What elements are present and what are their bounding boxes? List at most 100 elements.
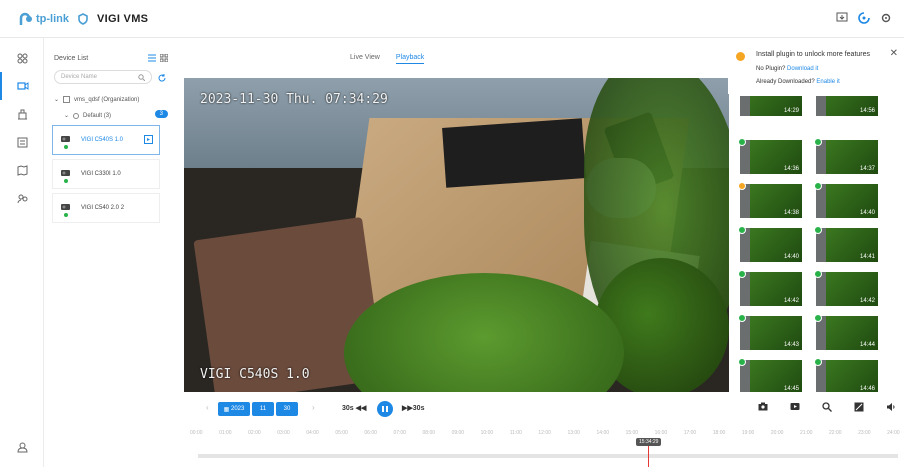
download-link[interactable]: Download it bbox=[787, 66, 818, 72]
refresh-icon[interactable] bbox=[158, 74, 166, 82]
event-thumbnail[interactable]: 14:29 bbox=[740, 96, 802, 116]
thumbnail-time: 14:40 bbox=[783, 254, 799, 260]
plugin-notice-enable-row: Already Downloaded? Enable it bbox=[756, 79, 840, 85]
event-thumbnail[interactable]: 14:40 bbox=[814, 182, 878, 218]
thumbnail-time: 14:56 bbox=[859, 108, 875, 114]
date-picker: ▦ 2023 11 30 bbox=[218, 402, 298, 416]
timeline-tick-label: 09:00 bbox=[451, 430, 465, 436]
group-count-badge: 3 bbox=[154, 110, 168, 118]
user-account-icon bbox=[16, 442, 28, 452]
thumbnail-time: 14:41 bbox=[859, 254, 875, 260]
thumbnail-time: 14:40 bbox=[859, 210, 875, 216]
checked-status-icon bbox=[738, 358, 746, 366]
previous-day-arrow-icon[interactable]: ‹ bbox=[206, 403, 209, 412]
day-button[interactable]: 30 bbox=[276, 402, 298, 416]
rewind-icon: ◀◀ bbox=[353, 405, 367, 412]
camera-item[interactable]: VIGI C540 2.0 2 bbox=[52, 193, 160, 223]
video-timestamp-overlay: 2023-11-30 Thu. 07:34:29 bbox=[200, 92, 388, 107]
checked-status-icon bbox=[814, 182, 822, 190]
timeline-tick-label: 12:00 bbox=[538, 430, 551, 436]
event-thumbnail[interactable]: 14:46 bbox=[814, 358, 878, 392]
snapshot-camera-icon[interactable] bbox=[758, 402, 768, 411]
playback-timeline[interactable]: 00:00 01:00 02:00 03:00 04:00 05:00 06:00 07:00… bbox=[184, 426, 904, 467]
people-icon bbox=[17, 194, 27, 203]
nav-dashboard[interactable] bbox=[0, 44, 44, 72]
tp-link-logo-icon bbox=[19, 12, 32, 25]
nav-map[interactable] bbox=[0, 156, 44, 184]
event-thumbnail[interactable]: 14:40 bbox=[738, 226, 802, 262]
zoom-icon[interactable] bbox=[822, 402, 832, 412]
timeline-tick-label: 15:00 bbox=[625, 430, 639, 436]
tree-group-default[interactable]: ⌄ Default (3) 3 bbox=[64, 110, 168, 119]
enable-link[interactable]: Enable it bbox=[816, 79, 839, 85]
rewind-label: 30s bbox=[342, 405, 354, 412]
tab-playback[interactable]: Playback bbox=[395, 54, 425, 64]
timeline-tick-label: 11:00 bbox=[509, 430, 522, 436]
thumbnail-time: 14:36 bbox=[783, 166, 799, 172]
thumbnail-frame-edge bbox=[816, 96, 826, 116]
event-thumbnail[interactable]: 14:42 bbox=[814, 270, 878, 306]
timeline-tick-label: 20:00 bbox=[770, 430, 784, 436]
next-day-arrow-icon[interactable]: › bbox=[312, 403, 315, 412]
timeline-tick-label: 13:00 bbox=[567, 430, 580, 436]
camera-item[interactable]: VIGI C540S 1.0 bbox=[52, 125, 160, 155]
event-thumbnail[interactable]: 14:45 bbox=[738, 358, 802, 392]
camera-name: VIGI C540S 1.0 bbox=[81, 137, 124, 143]
checked-status-icon bbox=[738, 226, 746, 234]
volume-icon[interactable] bbox=[886, 402, 896, 412]
video-frame-keyboard bbox=[442, 118, 586, 188]
view-tabs: Live View Playback bbox=[350, 54, 425, 64]
pause-button[interactable] bbox=[377, 401, 393, 417]
video-player[interactable]: 2023-11-30 Thu. 07:34:29 VIGI C540S 1.0 bbox=[184, 78, 729, 392]
chevron-down-icon[interactable]: ⌄ bbox=[64, 112, 69, 119]
already-downloaded-text: Already Downloaded? bbox=[756, 79, 815, 85]
tree-organization[interactable]: ⌄ vms_qdsf (Organization) bbox=[54, 96, 176, 103]
forward-button[interactable]: ▶▶30s bbox=[402, 404, 424, 412]
thumbnail-time: 14:45 bbox=[783, 386, 799, 392]
event-thumbnail[interactable]: 14:37 bbox=[814, 138, 878, 174]
timeline-tick-label: 23:00 bbox=[858, 430, 871, 436]
event-thumbnail[interactable]: 14:38 bbox=[738, 182, 802, 218]
list-view-icon[interactable] bbox=[148, 54, 156, 62]
grid-view-icon[interactable] bbox=[160, 54, 168, 62]
brand-name: tp-link bbox=[36, 12, 69, 25]
device-search-input[interactable]: Device Name bbox=[54, 70, 152, 84]
camera-icon bbox=[61, 203, 73, 217]
update-icon[interactable] bbox=[858, 12, 870, 24]
forward-label: 30s bbox=[412, 405, 425, 412]
nav-events[interactable] bbox=[0, 128, 44, 156]
checked-status-icon bbox=[738, 314, 746, 322]
rewind-button[interactable]: 30s ◀◀ bbox=[342, 404, 366, 412]
year-button[interactable]: ▦ 2023 bbox=[218, 402, 250, 416]
day-label: 30 bbox=[283, 406, 291, 412]
download-client-icon[interactable] bbox=[836, 12, 848, 24]
event-thumbnail[interactable]: 14:56 bbox=[816, 96, 878, 116]
nav-people[interactable] bbox=[0, 184, 44, 212]
year-label: 2023 bbox=[230, 406, 245, 412]
tab-live-view[interactable]: Live View bbox=[350, 54, 380, 64]
timeline-tick-label: 06:00 bbox=[364, 430, 377, 436]
event-thumbnail[interactable]: 14:43 bbox=[738, 314, 802, 350]
fisheye-icon[interactable] bbox=[854, 402, 864, 412]
event-thumbnail[interactable]: 14:36 bbox=[738, 138, 802, 174]
event-thumbnail[interactable]: 14:41 bbox=[814, 226, 878, 262]
playback-icon[interactable] bbox=[144, 135, 153, 144]
search-icon[interactable] bbox=[138, 74, 145, 81]
organization-icon bbox=[63, 96, 71, 103]
timeline-tick-label: 19:00 bbox=[741, 430, 755, 436]
chevron-down-icon[interactable]: ⌄ bbox=[54, 96, 59, 103]
record-clip-icon[interactable] bbox=[790, 402, 800, 411]
playback-controls: ‹ ▦ 2023 11 30 › 30s ◀◀ ▶▶30s bbox=[184, 400, 904, 420]
event-thumbnail[interactable]: 14:44 bbox=[814, 314, 878, 350]
nav-account[interactable] bbox=[0, 433, 44, 461]
nav-monitoring[interactable] bbox=[0, 72, 44, 100]
timeline-track[interactable] bbox=[198, 454, 898, 458]
nav-devices[interactable] bbox=[0, 100, 44, 128]
timeline-tick-label: 17:00 bbox=[683, 430, 697, 436]
close-icon[interactable]: ✕ bbox=[890, 48, 898, 59]
settings-gear-icon[interactable] bbox=[880, 12, 892, 24]
timeline-tick-label: 05:00 bbox=[335, 430, 348, 436]
event-thumbnail[interactable]: 14:42 bbox=[738, 270, 802, 306]
camera-item[interactable]: VIGI C330I 1.0 bbox=[52, 159, 160, 189]
month-button[interactable]: 11 bbox=[252, 402, 274, 416]
